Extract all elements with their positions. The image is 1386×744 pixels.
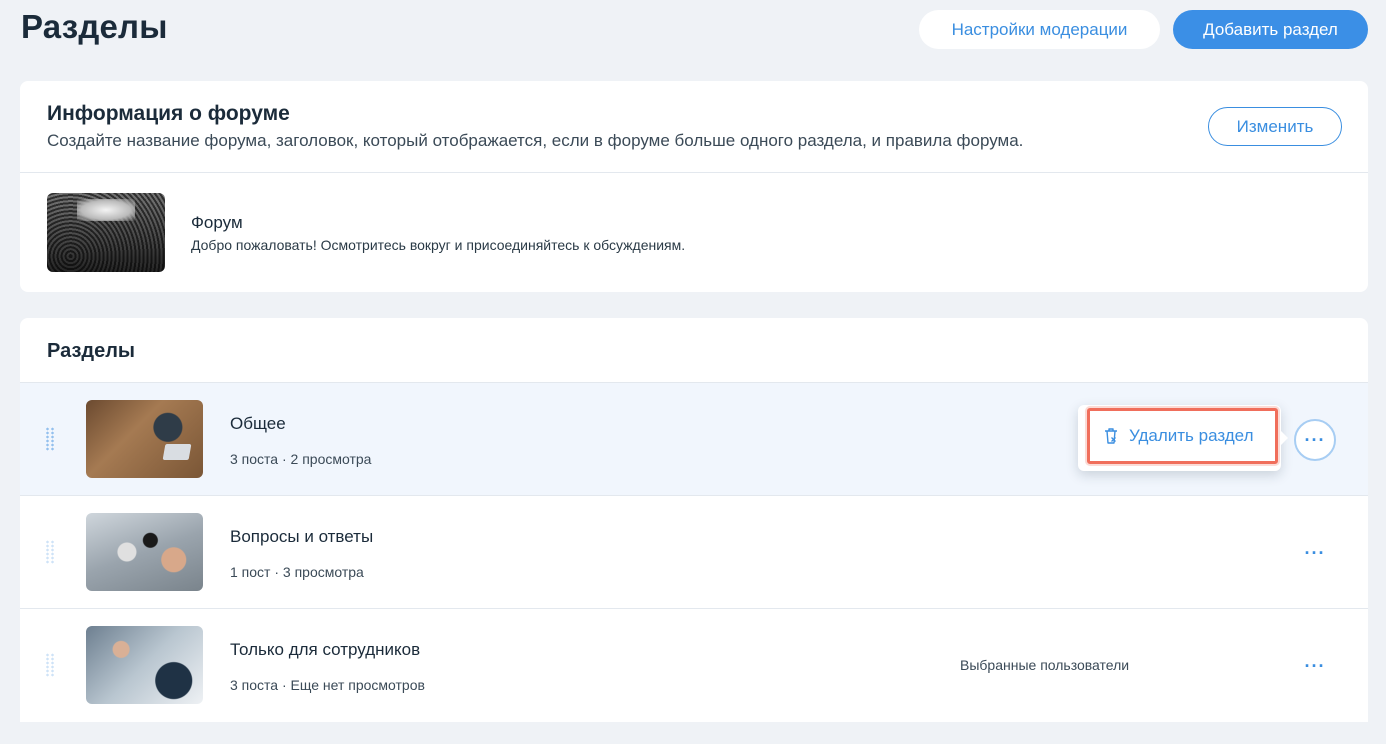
forum-name: Форум [191,213,243,232]
moderation-settings-button[interactable]: Настройки модерации [919,10,1160,49]
section-meta: 3 поста · Еще нет просмотров [230,677,425,693]
forum-info-title: Информация о форуме [47,102,290,125]
forum-info-header: Информация о форуме Создайте название фо… [20,81,1368,173]
drag-handle-icon[interactable] [45,540,55,564]
sections-title: Разделы [47,340,135,362]
section-actions-popover: Удалить раздел [1078,405,1288,471]
sections-card: Разделы Общее 3 поста · 2 просмотра Удал… [20,318,1368,722]
section-more-button[interactable]: ··· [1294,532,1336,574]
section-image-general [86,400,203,478]
section-meta: 3 поста · 2 просмотра [230,451,372,467]
trash-icon [1105,428,1117,444]
section-access-label: Выбранные пользователи [960,657,1130,673]
section-row-general[interactable]: Общее 3 поста · 2 просмотра Удалить разд… [20,383,1368,496]
section-row-qa[interactable]: Вопросы и ответы 1 пост · 3 просмотра ··… [20,496,1368,609]
delete-section-label: Удалить раздел [1129,426,1254,445]
page-title: Разделы [21,8,168,45]
edit-forum-button[interactable]: Изменить [1208,107,1342,146]
section-more-button[interactable]: ··· [1294,419,1336,461]
forum-summary: Форум Добро пожаловать! Осмотритесь вокр… [20,173,1368,291]
drag-handle-icon[interactable] [45,427,55,451]
section-image-qa [86,513,203,591]
section-name[interactable]: Общее [230,414,286,434]
delete-section-menu-item[interactable]: Удалить раздел [1087,408,1278,464]
section-meta: 1 пост · 3 просмотра [230,564,364,580]
section-name[interactable]: Вопросы и ответы [230,527,373,547]
page-header: Разделы Настройки модерации Добавить раз… [0,0,1386,60]
sections-header: Разделы [20,318,1368,383]
drag-handle-icon[interactable] [45,653,55,677]
add-section-button[interactable]: Добавить раздел [1173,10,1368,49]
section-row-staff[interactable]: Только для сотрудников 3 поста · Еще нет… [20,609,1368,722]
forum-welcome-text: Добро пожаловать! Осмотритесь вокруг и п… [191,237,686,253]
section-name[interactable]: Только для сотрудников [230,640,420,660]
forum-info-description: Создайте название форума, заголовок, кот… [47,131,1024,150]
section-more-button[interactable]: ··· [1294,645,1336,687]
section-image-staff [86,626,203,704]
forum-info-card: Информация о форуме Создайте название фо… [20,81,1368,292]
forum-cover-image [47,193,165,272]
